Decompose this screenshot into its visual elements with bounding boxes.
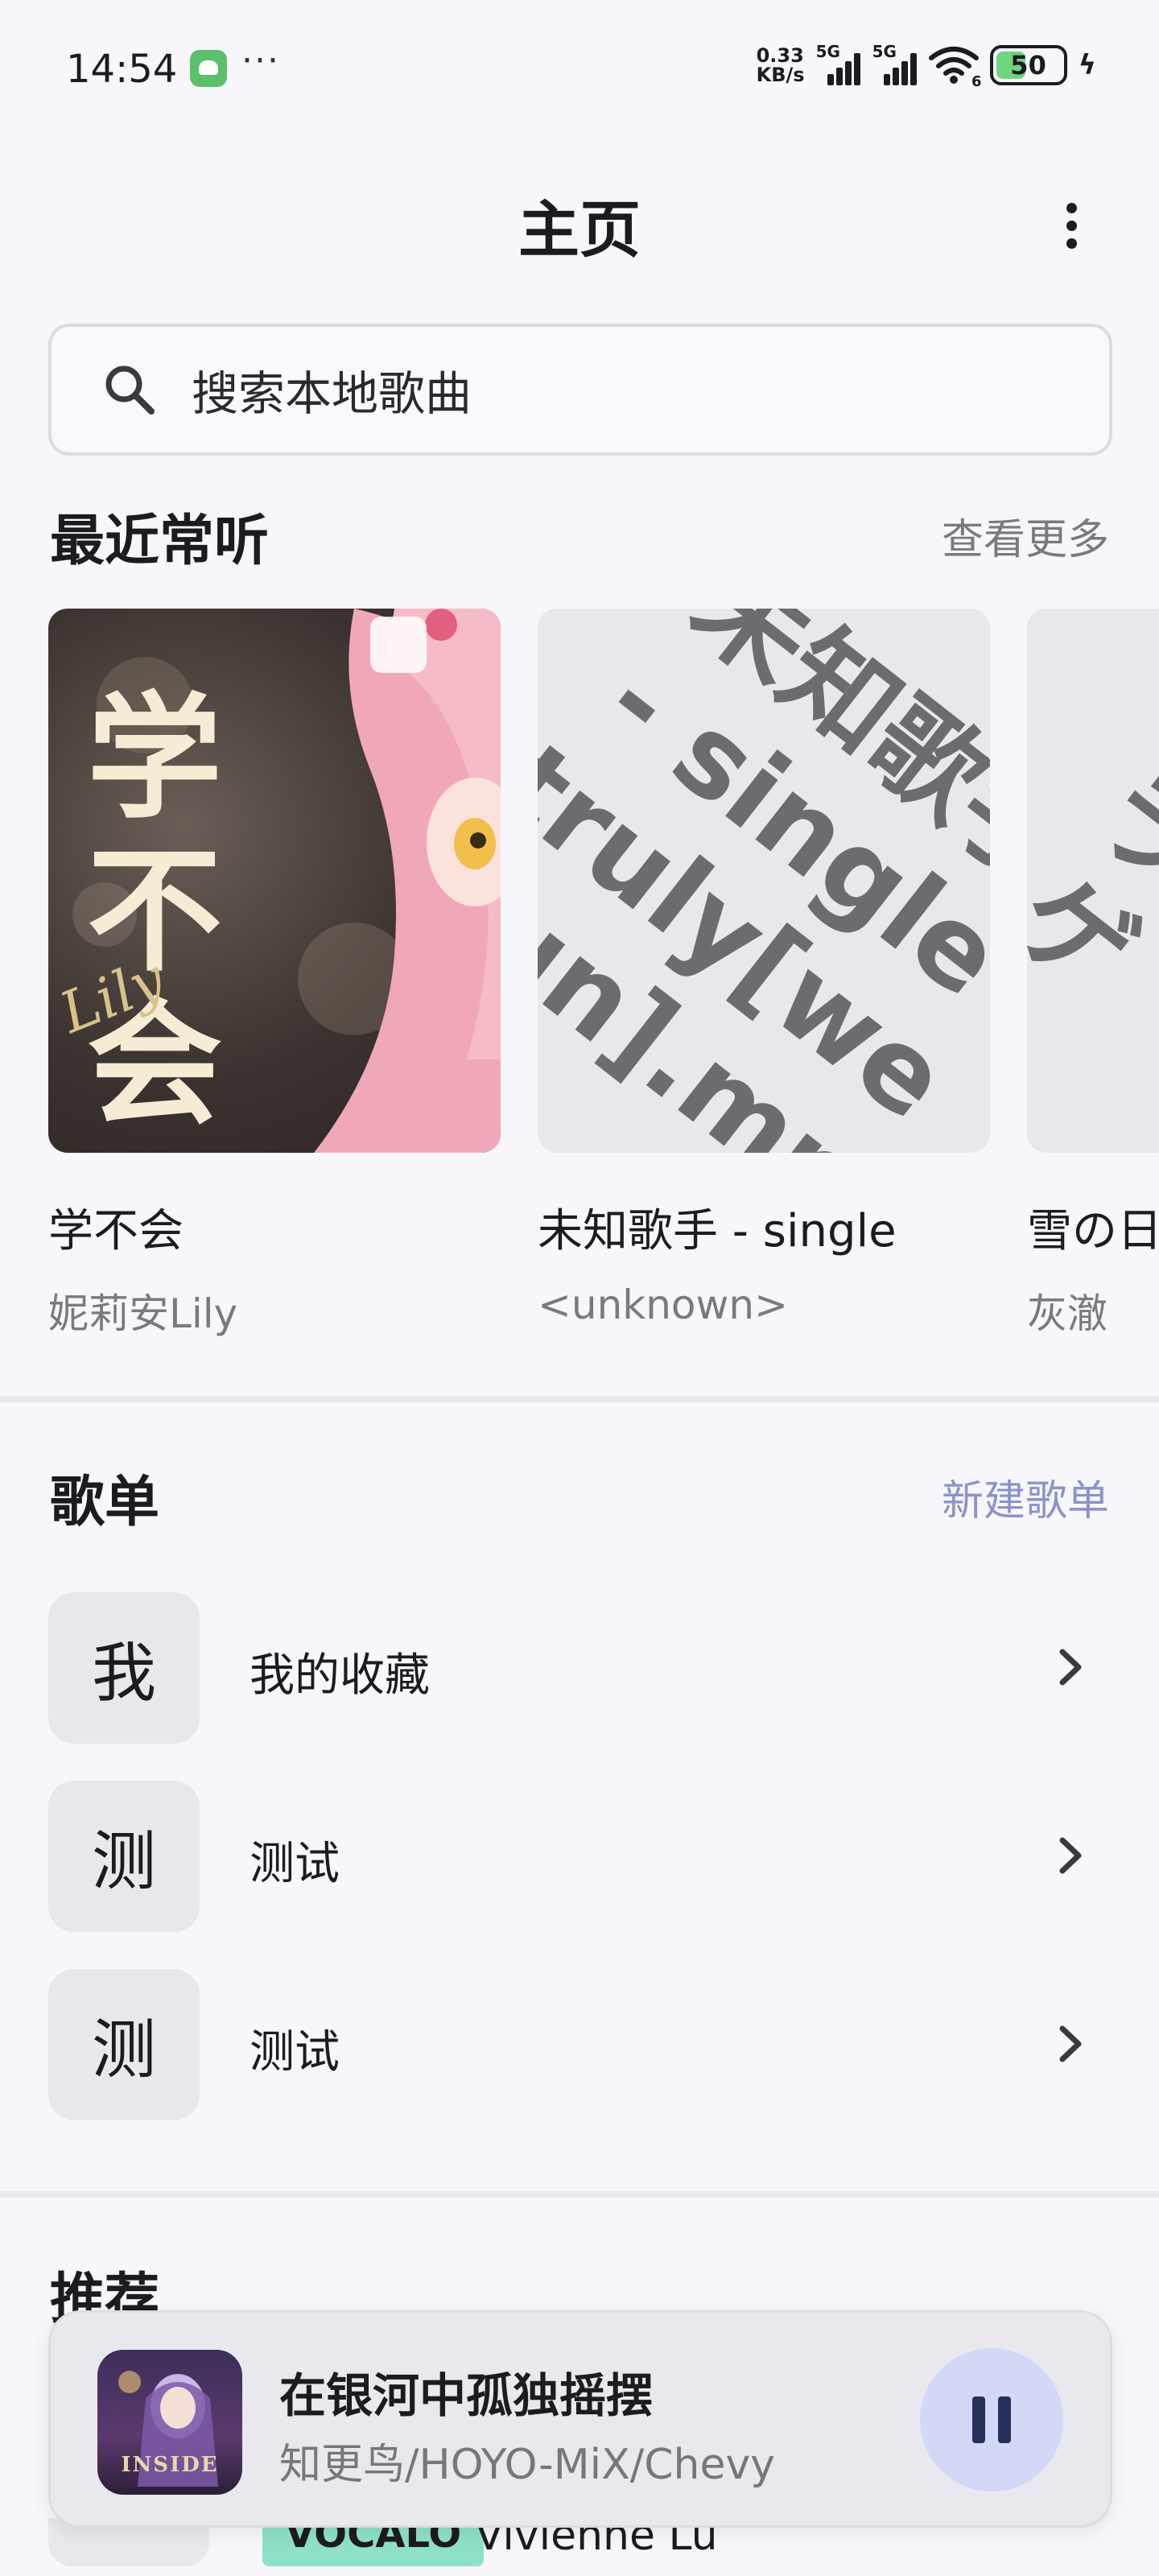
battery-icon: 50	[989, 45, 1067, 85]
cover-logo-text: INSIDE	[121, 2453, 219, 2477]
wifi-label: 6	[971, 73, 982, 90]
sim1-label: 5G	[815, 42, 840, 61]
recent-song-card[interactable]: 未知歌手 - single truly[we yun].mp 未知歌手 - si…	[538, 609, 990, 1328]
playlist-name: 测试	[250, 2026, 340, 2079]
recent-section-title: 最近常听	[50, 510, 270, 573]
song-title: 未知歌手 - single	[538, 1205, 897, 1257]
section-divider	[0, 2191, 1159, 2198]
status-bar: 14:54 ··· 0.33 KB/s 5G 5G 6 50 ϟ	[0, 0, 1159, 137]
playlist-item[interactable]: 测 测试	[48, 1969, 1112, 2122]
playlist-item[interactable]: 我 我的收藏	[48, 1592, 1112, 1745]
network-speed-unit: KB/s	[756, 64, 805, 86]
page-title: 主页	[518, 194, 641, 266]
playlist-item[interactable]: 测 测试	[48, 1781, 1112, 1934]
status-indicators: 0.33 KB/s 5G 5G 6 50 ϟ	[757, 42, 1096, 90]
search-icon	[103, 363, 156, 416]
placeholder-art-text: ラ ゲ	[1027, 746, 1159, 1021]
album-art: 学不会 Lily	[48, 609, 501, 1153]
playlists-section-title: 歌单	[50, 1471, 160, 1534]
song-artist: <unknown>	[538, 1282, 788, 1328]
signal-sim2-icon: 5G	[872, 42, 918, 85]
playlist-thumbnail: 测	[48, 1969, 200, 2120]
section-divider	[0, 1396, 1159, 1402]
playlist-name: 测试	[250, 1838, 340, 1890]
recent-song-card[interactable]: ラ ゲ 雪の日 灰澈	[1027, 609, 1159, 1337]
pause-icon	[972, 2396, 985, 2443]
chevron-right-icon	[1041, 1827, 1098, 1884]
wifi-icon: 6	[928, 45, 982, 90]
album-art-placeholder: ラ ゲ	[1027, 609, 1159, 1153]
song-artist: 灰澈	[1027, 1290, 1107, 1337]
song-title: 雪の日	[1027, 1205, 1159, 1257]
placeholder-art-text: 未知歌手 - single truly[we yun].mp	[538, 609, 990, 1153]
search-input[interactable]: 搜索本地歌曲	[48, 324, 1112, 456]
playlist-thumbnail: 测	[48, 1781, 200, 1932]
now-playing-artist: 知更鸟/HOYO-MiX/Chevy	[279, 2441, 776, 2489]
android-app-icon	[190, 50, 227, 87]
pause-button[interactable]	[920, 2348, 1063, 2491]
view-more-link[interactable]: 查看更多	[942, 506, 1109, 566]
now-playing-bar[interactable]: INSIDE 在银河中孤独摇摆 知更鸟/HOYO-MiX/Chevy	[48, 2310, 1112, 2528]
app-header: 主页	[0, 161, 1159, 282]
sim2-label: 5G	[872, 42, 897, 61]
network-speed: 0.33 KB/s	[757, 46, 805, 85]
album-art-title: 学不会	[87, 678, 222, 1143]
album-art-placeholder: 未知歌手 - single truly[we yun].mp	[538, 609, 990, 1153]
more-notifications-icon: ···	[241, 40, 280, 81]
status-time: 14:54	[66, 47, 178, 92]
battery-level: 50	[1010, 50, 1046, 80]
recent-song-card[interactable]: 学不会 Lily 学不会 妮莉安Lily	[48, 609, 501, 1337]
chevron-right-icon	[1041, 1639, 1098, 1695]
search-placeholder: 搜索本地歌曲	[192, 366, 472, 421]
playlist-name: 我的收藏	[250, 1649, 430, 1702]
chevron-right-icon	[1041, 2016, 1098, 2072]
song-artist: 妮莉安Lily	[48, 1290, 238, 1337]
song-title: 学不会	[48, 1205, 184, 1257]
network-speed-value: 0.33	[756, 44, 804, 67]
recent-songs-carousel[interactable]: 学不会 Lily 学不会 妮莉安Lily 未知歌手 - single truly…	[48, 609, 1159, 1349]
now-playing-cover: INSIDE	[97, 2350, 242, 2495]
playlist-thumbnail: 我	[48, 1592, 200, 1744]
more-options-button[interactable]	[1051, 193, 1091, 258]
more-vert-icon	[1066, 202, 1077, 213]
signal-sim1-icon: 5G	[815, 42, 861, 85]
now-playing-title: 在银河中孤独摇摆	[279, 2368, 654, 2423]
new-playlist-link[interactable]: 新建歌单	[942, 1467, 1109, 1527]
charging-icon: ϟ	[1078, 49, 1096, 81]
